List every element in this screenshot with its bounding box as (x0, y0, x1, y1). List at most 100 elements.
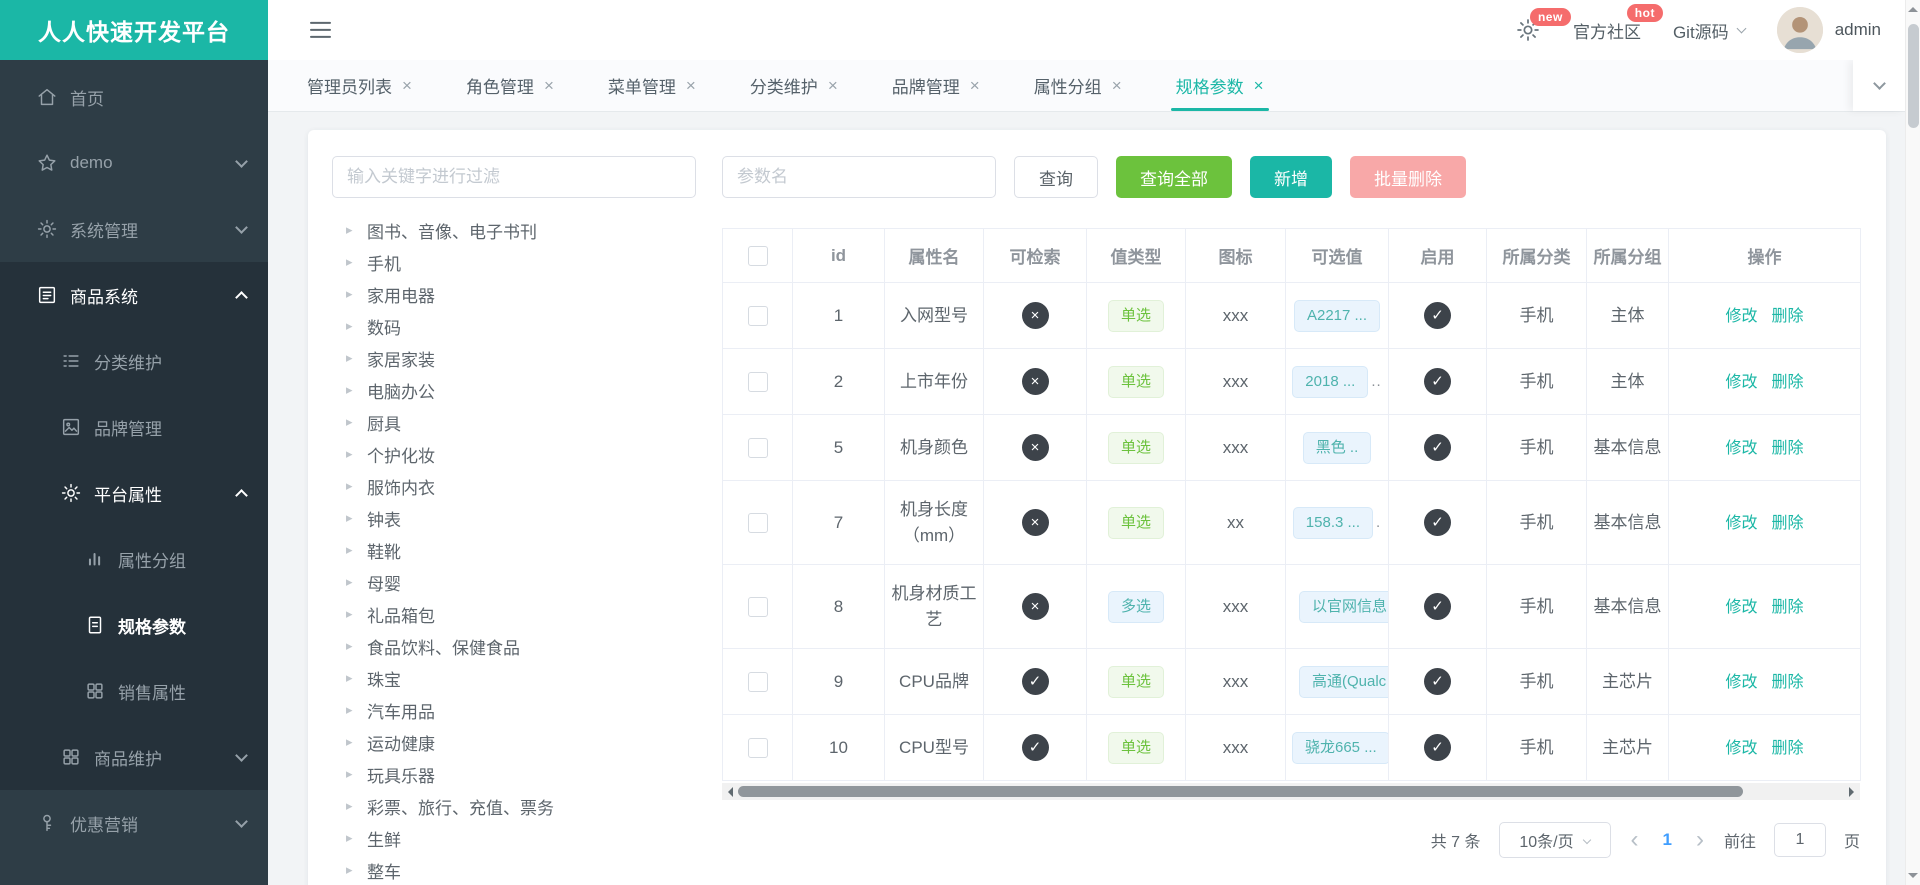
edit-link[interactable]: 修改 (1725, 308, 1757, 325)
row-checkbox[interactable] (747, 513, 768, 534)
sidebar-item-4[interactable]: 分类维护 (0, 328, 268, 394)
goto-page-input[interactable] (1773, 823, 1826, 857)
tab-1[interactable]: 角色管理 × (439, 60, 581, 111)
delete-link[interactable]: 删除 (1772, 515, 1804, 532)
delete-link[interactable]: 删除 (1772, 374, 1804, 391)
tab-3[interactable]: 分类维护 × (723, 60, 865, 111)
tree-item[interactable]: ▸ 整车 (332, 854, 696, 885)
scroll-left-arrow-icon[interactable] (722, 783, 738, 800)
optional-values-tag[interactable]: 158.3 ... (1292, 506, 1374, 539)
row-checkbox[interactable] (747, 372, 768, 393)
select-all-checkbox[interactable] (747, 245, 768, 266)
horizontal-scrollbar[interactable] (722, 783, 1860, 800)
tree-item[interactable]: ▸ 珠宝 (332, 662, 696, 694)
tree-item[interactable]: ▸ 家居家装 (332, 342, 696, 374)
delete-link[interactable]: 删除 (1772, 308, 1804, 325)
edit-link[interactable]: 修改 (1725, 599, 1757, 616)
expand-arrow-icon[interactable]: ▸ (346, 766, 358, 782)
expand-arrow-icon[interactable]: ▸ (346, 702, 358, 718)
delete-link[interactable]: 删除 (1772, 440, 1804, 457)
user-menu[interactable]: admin (1776, 7, 1881, 53)
scrollbar-track[interactable] (738, 783, 1844, 800)
delete-link[interactable]: 删除 (1772, 674, 1804, 691)
sidebar-item-6[interactable]: 平台属性 (0, 460, 268, 526)
tree-item[interactable]: ▸ 玩具乐器 (332, 758, 696, 790)
batch-delete-button[interactable]: 批量删除 (1350, 156, 1466, 198)
sidebar-item-8[interactable]: 规格参数 (0, 592, 268, 658)
row-checkbox[interactable] (747, 597, 768, 618)
delete-link[interactable]: 删除 (1772, 599, 1804, 616)
sidebar-item-2[interactable]: 系统管理 (0, 196, 268, 262)
optional-values-tag[interactable]: A2217 ... (1293, 299, 1381, 332)
optional-values-tag[interactable]: 黑色 .. (1302, 431, 1372, 464)
tab-close-icon[interactable]: × (544, 76, 554, 96)
hamburger-menu-icon[interactable] (306, 18, 335, 42)
tabs-dropdown-toggle[interactable] (1853, 60, 1905, 111)
row-checkbox[interactable] (747, 306, 768, 327)
optional-values-tag[interactable]: 骁龙665 ... (1292, 731, 1388, 764)
query-all-button[interactable]: 查询全部 (1116, 156, 1232, 198)
param-name-input[interactable] (722, 156, 996, 198)
expand-arrow-icon[interactable]: ▸ (346, 254, 358, 270)
edit-link[interactable]: 修改 (1725, 674, 1757, 691)
sidebar-item-5[interactable]: 品牌管理 (0, 394, 268, 460)
tab-2[interactable]: 菜单管理 × (581, 60, 723, 111)
sidebar-item-9[interactable]: 销售属性 (0, 658, 268, 724)
expand-arrow-icon[interactable]: ▸ (346, 606, 358, 622)
next-page-button[interactable]: › (1694, 828, 1706, 852)
tree-item[interactable]: ▸ 运动健康 (332, 726, 696, 758)
tab-6[interactable]: 规格参数 × (1149, 60, 1291, 111)
optional-values-tag[interactable]: 2018 ... (1292, 365, 1369, 398)
query-button[interactable]: 查询 (1014, 156, 1098, 198)
tree-item[interactable]: ▸ 鞋靴 (332, 534, 696, 566)
expand-arrow-icon[interactable]: ▸ (346, 510, 358, 526)
add-button[interactable]: 新增 (1250, 156, 1332, 198)
settings-gear-icon[interactable]: new (1515, 8, 1571, 43)
row-checkbox[interactable] (747, 738, 768, 759)
tab-close-icon[interactable]: × (970, 76, 980, 96)
sidebar-item-0[interactable]: 首页 (0, 64, 268, 130)
row-checkbox[interactable] (747, 438, 768, 459)
expand-arrow-icon[interactable]: ▸ (346, 670, 358, 686)
tree-item[interactable]: ▸ 电脑办公 (332, 374, 696, 406)
edit-link[interactable]: 修改 (1725, 740, 1757, 757)
expand-arrow-icon[interactable]: ▸ (346, 414, 358, 430)
community-link[interactable]: 官方社区 hot (1573, 3, 1663, 43)
sidebar-item-10[interactable]: 商品维护 (0, 724, 268, 790)
scroll-right-arrow-icon[interactable] (1844, 783, 1860, 800)
vertical-scrollbar[interactable] (1905, 0, 1920, 885)
tree-item[interactable]: ▸ 汽车用品 (332, 694, 696, 726)
sidebar-item-7[interactable]: 属性分组 (0, 526, 268, 592)
tree-item[interactable]: ▸ 食品饮料、保健食品 (332, 630, 696, 662)
tab-close-icon[interactable]: × (828, 76, 838, 96)
expand-arrow-icon[interactable]: ▸ (346, 542, 358, 558)
expand-arrow-icon[interactable]: ▸ (346, 446, 358, 462)
expand-arrow-icon[interactable]: ▸ (346, 830, 358, 846)
tree-item[interactable]: ▸ 手机 (332, 246, 696, 278)
sidebar-item-1[interactable]: demo (0, 130, 268, 196)
expand-arrow-icon[interactable]: ▸ (346, 382, 358, 398)
prev-page-button[interactable]: ‹ (1629, 828, 1641, 852)
tab-close-icon[interactable]: × (1112, 76, 1122, 96)
tree-item[interactable]: ▸ 彩票、旅行、充值、票务 (332, 790, 696, 822)
optional-values-tag[interactable]: 以官网信息 (1299, 590, 1388, 623)
tree-item[interactable]: ▸ 图书、音像、电子书刊 (332, 214, 696, 246)
tree-item[interactable]: ▸ 钟表 (332, 502, 696, 534)
tree-item[interactable]: ▸ 礼品箱包 (332, 598, 696, 630)
tree-filter-input[interactable] (332, 156, 696, 198)
tree-item[interactable]: ▸ 厨具 (332, 406, 696, 438)
sidebar-item-11[interactable]: 优惠营销 (0, 790, 268, 856)
expand-arrow-icon[interactable]: ▸ (346, 798, 358, 814)
tab-0[interactable]: 管理员列表 × (280, 60, 439, 111)
tab-close-icon[interactable]: × (1254, 76, 1264, 96)
expand-arrow-icon[interactable]: ▸ (346, 862, 358, 878)
current-page[interactable]: 1 (1659, 830, 1676, 850)
git-source-link[interactable]: Git源码 (1673, 18, 1747, 43)
edit-link[interactable]: 修改 (1725, 374, 1757, 391)
user-avatar[interactable] (1776, 7, 1823, 53)
scroll-up-arrow-icon[interactable] (1908, 7, 1918, 12)
expand-arrow-icon[interactable]: ▸ (346, 734, 358, 750)
expand-arrow-icon[interactable]: ▸ (346, 638, 358, 654)
vertical-scrollbar-thumb[interactable] (1908, 24, 1919, 128)
expand-arrow-icon[interactable]: ▸ (346, 574, 358, 590)
